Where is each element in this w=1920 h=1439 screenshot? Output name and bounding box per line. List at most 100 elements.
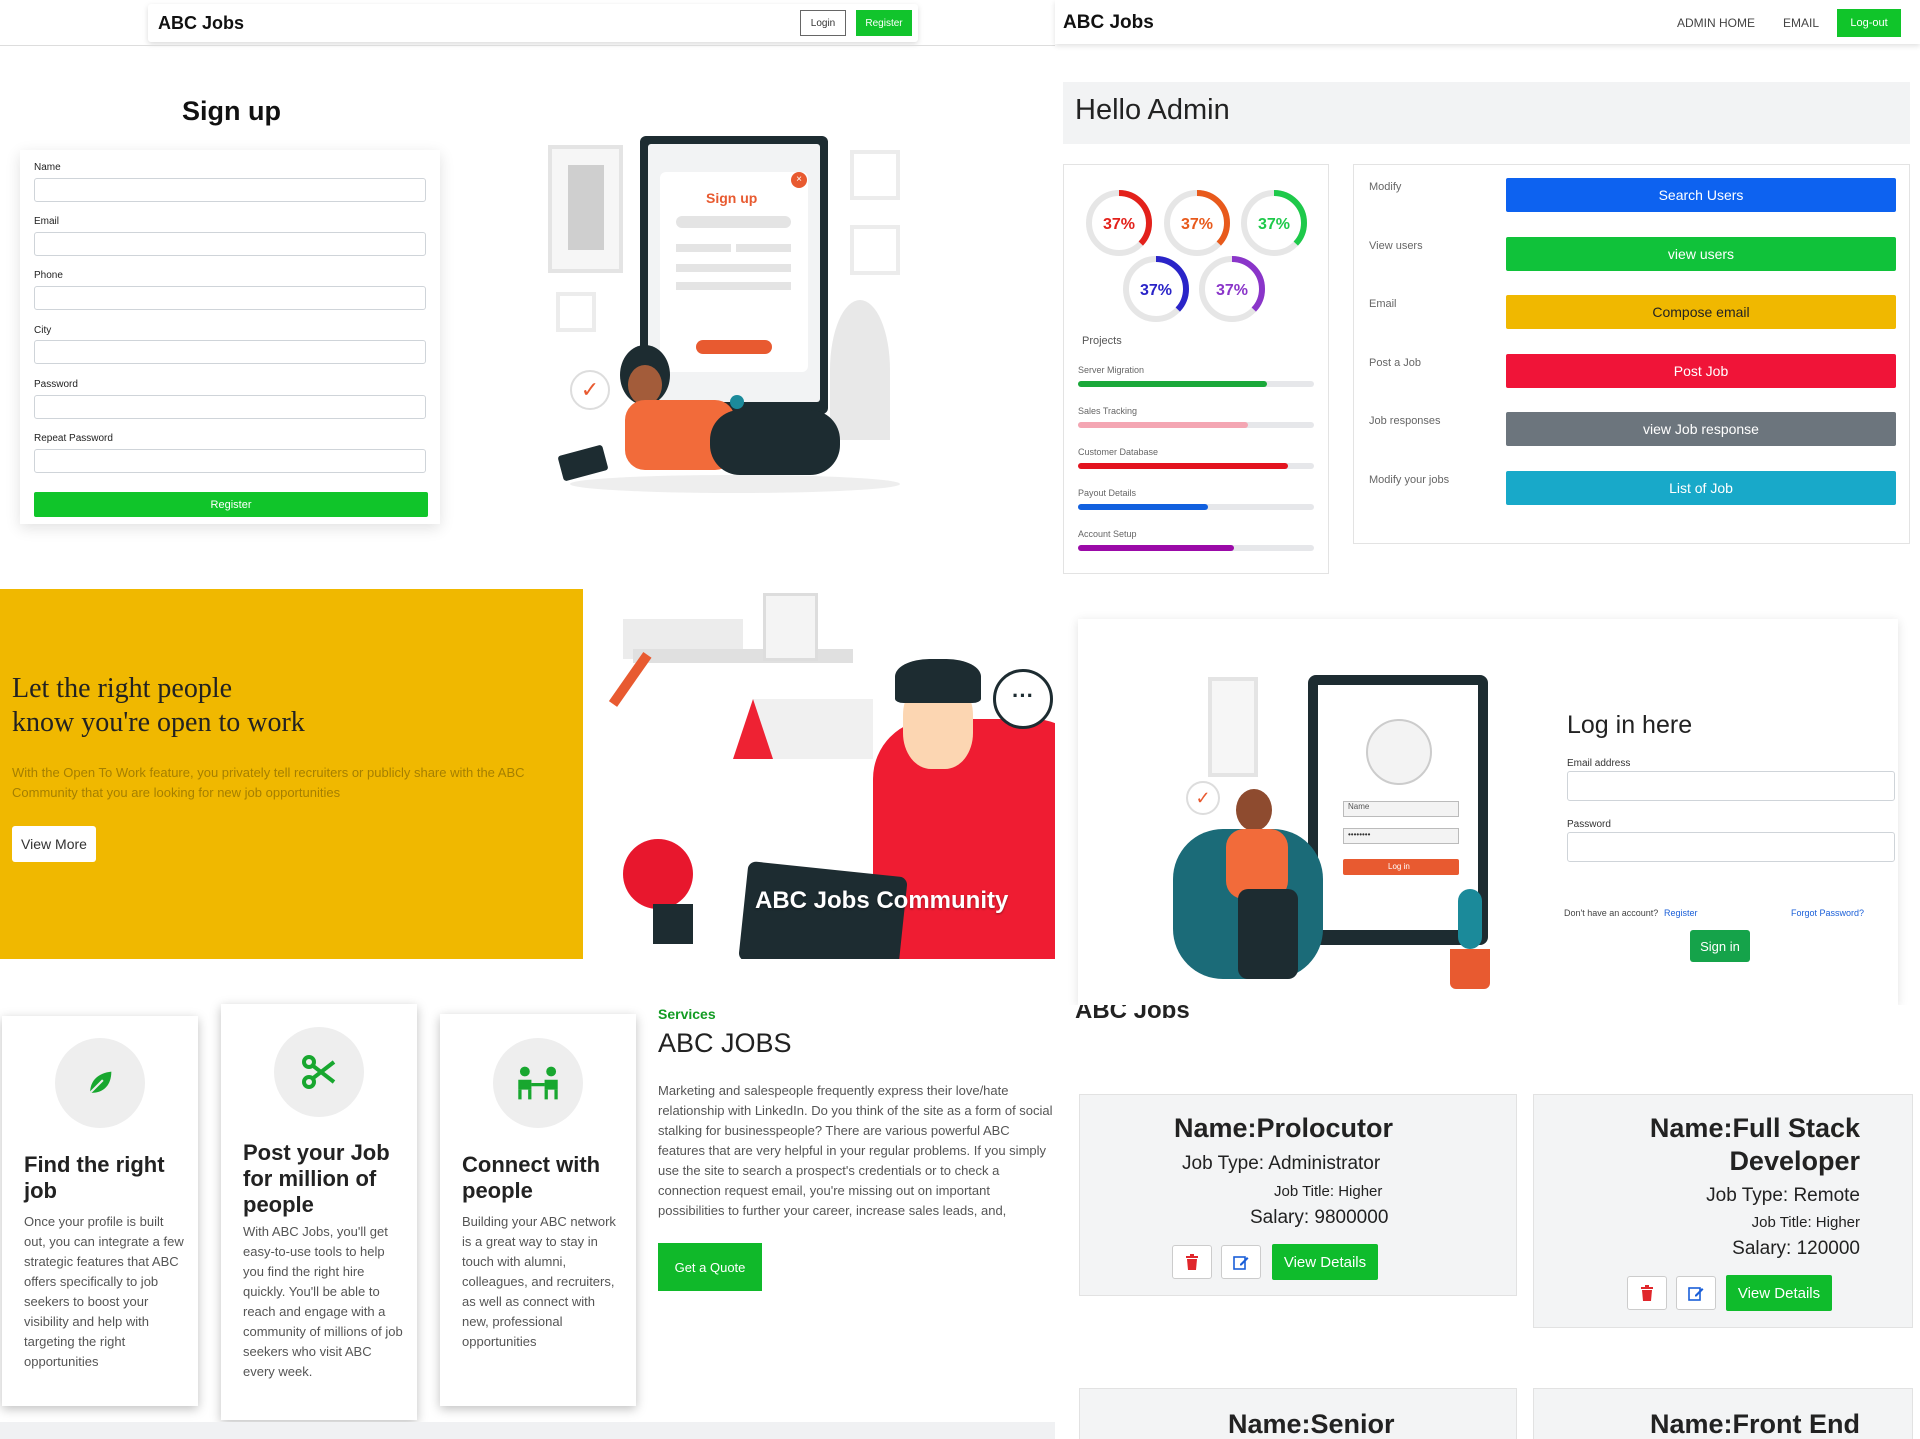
trash-icon <box>1186 1254 1198 1270</box>
job-title: Job Title: Higher <box>1751 1214 1860 1231</box>
nav-email[interactable]: EMAIL <box>1783 16 1819 30</box>
sign-in-button[interactable]: Sign in <box>1690 930 1750 962</box>
view-more-button[interactable]: View More <box>12 826 96 862</box>
brand-logo[interactable]: ABC Jobs <box>158 13 244 34</box>
action-button[interactable]: List of Job <box>1506 470 1896 505</box>
job-card: Name:Full Stack Developer Job Type: Remo… <box>1533 1094 1913 1328</box>
project-progress-fill <box>1078 422 1248 428</box>
edit-button[interactable] <box>1676 1276 1716 1310</box>
project-label: Sales Tracking <box>1078 406 1138 416</box>
repeat-password-field[interactable] <box>34 449 426 473</box>
action-button[interactable]: view Job response <box>1506 412 1896 446</box>
job-name: Name:Front End <box>1649 1409 1860 1439</box>
admin-navbar: ABC Jobs ADMIN HOME EMAIL Log-out <box>1055 0 1920 44</box>
people-icon <box>493 1038 583 1128</box>
project-label: Payout Details <box>1078 488 1137 498</box>
illus-name-field: Name <box>1348 802 1370 811</box>
job-type: Job Type: Remote <box>1706 1185 1860 1206</box>
job-name: Name:Prolocutor <box>1174 1113 1394 1143</box>
logout-button[interactable]: Log-out <box>1837 9 1901 37</box>
login-illustration: Name •••••••• Log in ✓ <box>1078 619 1538 1005</box>
bottom-strip <box>0 1422 1055 1439</box>
job-title: Job Title: Higher <box>1274 1183 1383 1200</box>
city-field[interactable] <box>34 340 426 364</box>
illus-close-icon: × <box>791 172 807 188</box>
project-progress-track <box>1078 504 1314 510</box>
action-button[interactable]: Compose email <box>1506 295 1896 329</box>
register-nav-button[interactable]: Register <box>856 10 912 36</box>
project-progress-fill <box>1078 504 1208 510</box>
forgot-password-link[interactable]: Forgot Password? <box>1791 908 1864 918</box>
circle-percent-label: 37% <box>1181 216 1213 233</box>
no-account-text: Don't have an account? <box>1564 908 1659 918</box>
job-card: Name:Senior <box>1079 1388 1517 1439</box>
stats-panel: 37% 37% 37% 37% 37% Projects Server Migratio… <box>1063 164 1329 574</box>
project-progress-fill <box>1078 545 1234 551</box>
register-link[interactable]: Register <box>1664 908 1698 918</box>
trash-icon <box>1641 1285 1653 1301</box>
community-caption: ABC Jobs Community <box>755 887 1009 914</box>
project-progress-fill <box>1078 463 1289 469</box>
signup-navbar: ABC Jobs Login Register <box>148 4 918 42</box>
illus-password-field: •••••••• <box>1348 830 1371 839</box>
email-field[interactable] <box>34 232 426 256</box>
project-progress-track <box>1078 381 1314 387</box>
job-name: Name:Senior <box>1228 1409 1395 1439</box>
service-card-text: Building your ABC network is a great way… <box>462 1214 616 1349</box>
action-label: View users <box>1369 239 1423 252</box>
job-salary: Salary: 9800000 <box>1250 1207 1389 1228</box>
password-field[interactable] <box>34 395 426 419</box>
service-card-text: Once your profile is built out, you can … <box>24 1214 184 1369</box>
projects-heading: Projects <box>1082 335 1122 347</box>
service-card-title: Connect with people <box>462 1152 601 1203</box>
hero-heading-line1: Let the right people <box>12 673 233 704</box>
view-details-button[interactable]: View Details <box>1726 1275 1832 1311</box>
email-label: Email <box>34 216 60 227</box>
job-name-continued: Developer <box>1729 1146 1860 1176</box>
phone-field[interactable] <box>34 286 426 310</box>
password-label: Password <box>34 379 78 390</box>
get-quote-button[interactable]: Get a Quote <box>658 1243 762 1291</box>
leaf-icon <box>55 1038 145 1128</box>
project-progress-track <box>1078 422 1314 428</box>
action-label: Post a Job <box>1369 356 1421 369</box>
check-icon: ✓ <box>1186 781 1220 815</box>
delete-button[interactable] <box>1627 1276 1667 1310</box>
service-card-title: Find the right job <box>24 1152 165 1203</box>
services-heading: ABC JOBS <box>658 1028 792 1058</box>
signup-title: Sign up <box>182 96 281 126</box>
city-label: City <box>34 325 52 336</box>
admin-brand[interactable]: ABC Jobs <box>1063 12 1154 34</box>
project-progress-track <box>1078 463 1314 469</box>
project-label: Account Setup <box>1078 529 1137 539</box>
login-button[interactable]: Login <box>800 10 846 36</box>
action-button[interactable]: Search Users <box>1506 178 1896 212</box>
login-title: Log in here <box>1567 711 1693 739</box>
illus-signup-title: Sign up <box>706 190 758 206</box>
job-salary: Salary: 120000 <box>1732 1238 1860 1259</box>
login-password-field[interactable] <box>1567 832 1895 862</box>
login-card: Name •••••••• Log in ✓ Log in here Email… <box>1078 619 1898 1005</box>
repeat-password-label: Repeat Password <box>34 433 113 444</box>
register-submit-button[interactable]: Register <box>34 492 428 517</box>
action-button[interactable]: Post Job <box>1506 353 1896 388</box>
delete-button[interactable] <box>1172 1245 1212 1279</box>
project-progress-fill <box>1078 381 1267 387</box>
login-password-label: Password <box>1567 819 1611 830</box>
circle-percent-label: 37% <box>1140 282 1172 299</box>
hero-heading-line2: know you're open to work <box>12 707 305 738</box>
illus-login-button: Log in <box>1388 862 1410 871</box>
hero-text: With the Open To Work feature, you priva… <box>12 765 525 800</box>
view-details-button[interactable]: View Details <box>1272 1244 1378 1280</box>
phone-label: Phone <box>34 270 63 281</box>
jobs-navbar-overlap: ABC Jobs <box>1055 1005 1920 1021</box>
greeting-title: Hello Admin <box>1075 94 1230 126</box>
services-paragraph: Marketing and salespeople frequently exp… <box>658 1083 1053 1218</box>
edit-button[interactable] <box>1221 1245 1261 1279</box>
action-label: Modify <box>1369 181 1402 193</box>
name-field[interactable] <box>34 178 426 202</box>
action-button[interactable]: view users <box>1506 236 1896 271</box>
circle-percent-label: 37% <box>1258 216 1290 233</box>
nav-admin-home[interactable]: ADMIN HOME <box>1677 16 1755 30</box>
login-email-field[interactable] <box>1567 771 1895 801</box>
